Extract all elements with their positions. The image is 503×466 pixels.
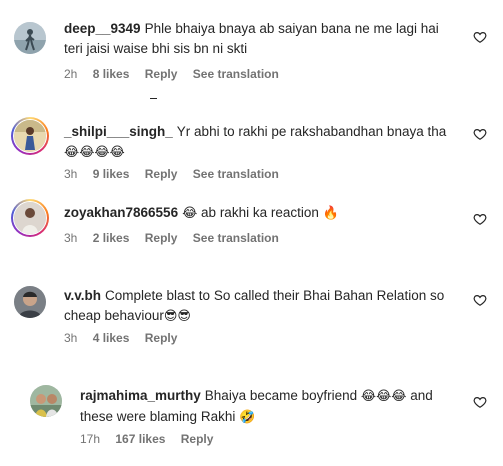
comment-body: zoyakhan7866556 😂 ab rakhi ka reaction 🔥 <box>64 203 464 224</box>
comment-body: deep__9349 Phle bhaiya bnaya ab saiyan ba… <box>64 19 454 59</box>
heart-outline-icon[interactable] <box>473 30 487 44</box>
comment-meta: 2h 8 likes Reply See translation <box>64 67 291 81</box>
comment-text: Yr abhi to rakhi pe rakshabandhan bnaya … <box>176 124 447 139</box>
comment-time: 3h <box>64 167 78 181</box>
comment-likes[interactable]: 4 likes <box>93 331 130 345</box>
comment-meta: 3h 2 likes Reply See translation <box>64 231 291 245</box>
heart-outline-icon[interactable] <box>473 212 487 226</box>
avatar <box>14 120 46 152</box>
comment-text: Bhaiya became boyfriend <box>204 388 358 403</box>
comment-likes[interactable]: 2 likes <box>93 231 130 245</box>
emoji: 😂 <box>182 206 198 221</box>
see-translation-button[interactable]: See translation <box>193 231 279 245</box>
comment-username[interactable]: rajmahima_murthy <box>80 388 201 403</box>
comment-time: 3h <box>64 231 78 245</box>
avatar <box>14 202 46 234</box>
rofl-emoji: 🤣 <box>239 410 256 425</box>
comment-likes[interactable]: 8 likes <box>93 67 130 81</box>
comment-time: 17h <box>80 432 101 446</box>
avatar[interactable] <box>14 22 46 54</box>
comment-username[interactable]: v.v.bh <box>64 288 101 303</box>
story-ring[interactable] <box>11 117 49 155</box>
reply-button[interactable]: Reply <box>145 231 178 245</box>
comment-body: v.v.bh Complete blast to So called their … <box>64 286 456 327</box>
comment-username[interactable]: deep__9349 <box>64 21 141 36</box>
comment-username[interactable]: zoyakhan7866556 <box>64 205 178 220</box>
see-translation-button[interactable]: See translation <box>193 167 279 181</box>
comment-body: rajmahima_murthy Bhaiya became boyfriend … <box>80 386 455 428</box>
comment-meta: 3h 4 likes Reply <box>64 331 189 345</box>
heart-outline-icon[interactable] <box>473 293 487 307</box>
reply-button[interactable]: Reply <box>181 432 214 446</box>
divider-mark <box>150 98 157 99</box>
comment-time: 3h <box>64 331 78 345</box>
comment-username[interactable]: _shilpi___singh_ <box>64 124 173 139</box>
comment-meta: 3h 9 likes Reply See translation <box>64 167 291 181</box>
comment-text: Complete blast to So called their Bhai B… <box>64 288 445 323</box>
reply-button[interactable]: Reply <box>145 331 178 345</box>
story-ring[interactable] <box>11 199 49 237</box>
comment-text: ab rakhi ka reaction <box>201 205 319 220</box>
heart-outline-icon[interactable] <box>473 127 487 141</box>
emoji-group: 😎😎 <box>163 309 191 324</box>
comment-body: _shilpi___singh_ Yr abhi to rakhi pe raks… <box>64 122 464 163</box>
comment-likes[interactable]: 167 likes <box>115 432 165 446</box>
heart-outline-icon[interactable] <box>473 395 487 409</box>
fire-emoji: 🔥 <box>322 206 339 221</box>
comment-meta: 17h 167 likes Reply <box>80 432 225 446</box>
reply-button[interactable]: Reply <box>145 167 178 181</box>
comment-time: 2h <box>64 67 78 81</box>
see-translation-button[interactable]: See translation <box>193 67 279 81</box>
emoji-group: 😂😂😂😂 <box>64 145 125 160</box>
avatar[interactable] <box>14 286 46 318</box>
comment-likes[interactable]: 9 likes <box>93 167 130 181</box>
avatar[interactable] <box>30 385 62 417</box>
reply-button[interactable]: Reply <box>145 67 178 81</box>
emoji-group: 😂😂😂 <box>360 389 407 404</box>
